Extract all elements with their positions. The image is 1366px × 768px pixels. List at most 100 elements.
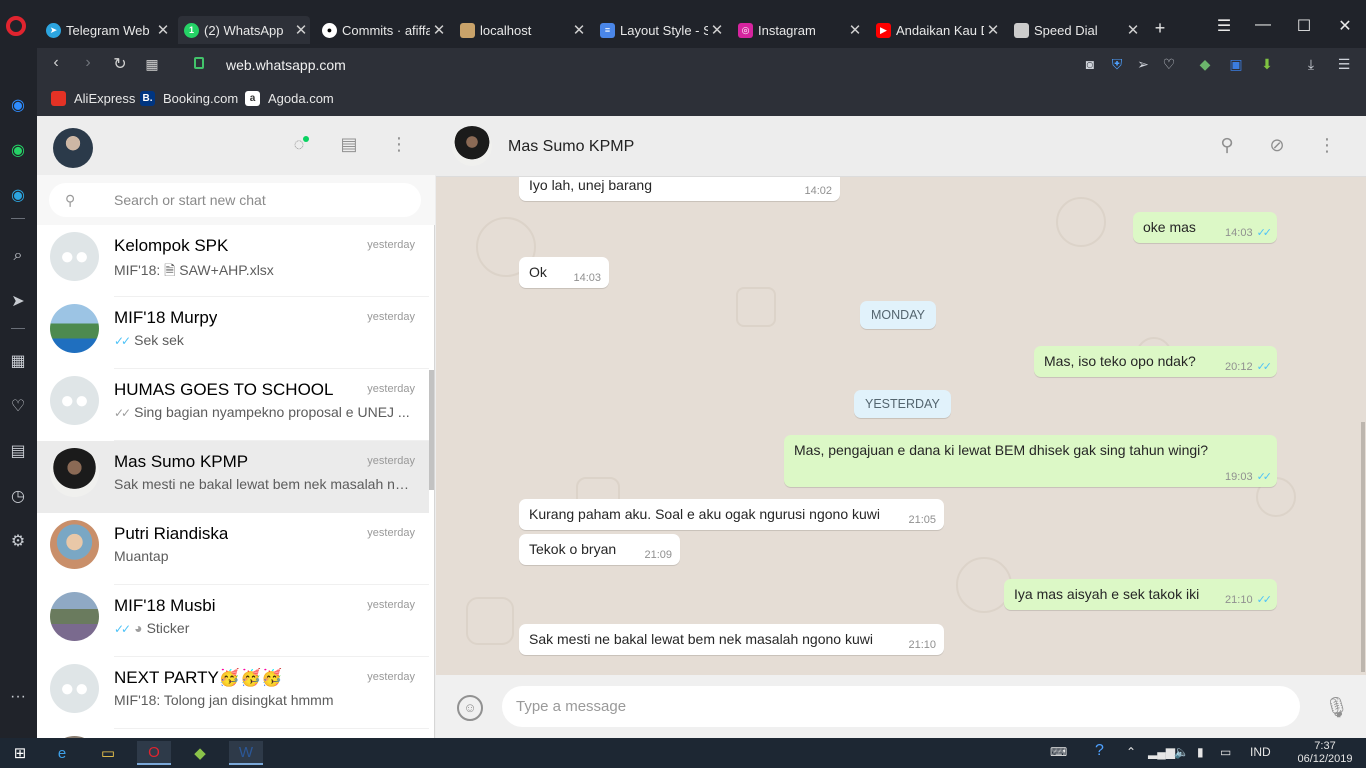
tab-close-icon[interactable]: ✕	[292, 21, 310, 39]
chat-item-kelompok-spk[interactable]: ●● Kelompok SPK yesterday MIF'18: 🗎 SAW+…	[37, 225, 429, 297]
android-studio-icon[interactable]: ◆	[183, 741, 217, 765]
power-icon[interactable]: ▮	[1197, 745, 1204, 759]
avatar[interactable]	[53, 128, 93, 168]
tab-layout-style[interactable]: ≡ Layout Style - Sp ✕	[594, 16, 726, 44]
tab-whatsapp[interactable]: 1 (2) WhatsApp ✕	[178, 16, 310, 44]
bookmarks-heart-icon[interactable]: ♡	[7, 395, 29, 417]
window-close-icon[interactable]: ✕	[1333, 16, 1357, 36]
settings-gear-icon[interactable]: ⚙	[7, 530, 29, 552]
chat-item-mas-sumo-kpmp[interactable]: Mas Sumo KPMP yesterday Sak mesti ne bak…	[37, 441, 429, 513]
read-tick-icon: ✓✓	[1256, 227, 1273, 239]
keyboard-icon[interactable]: ⌨	[1050, 745, 1067, 759]
whatsapp-app: ◌ ▤ ⋮ ⚲ Search or start new chat ●● Kelo…	[37, 116, 1366, 738]
back-icon[interactable]: ‹	[45, 54, 67, 72]
reload-icon[interactable]: ↻	[109, 54, 131, 74]
conversation-menu-icon[interactable]: ⋮	[1315, 135, 1339, 156]
telegram-sidebar-icon[interactable]: ◉	[7, 184, 29, 206]
download-helper-icon[interactable]: ⬇	[1258, 56, 1276, 73]
read-tick-icon: ✓✓	[114, 622, 131, 636]
tab-youtube[interactable]: ▶ Andaikan Kau D ✕	[870, 16, 1002, 44]
message-incoming[interactable]: Kurang paham aku. Soal e aku ogak ngurus…	[519, 499, 944, 530]
downloads-icon[interactable]: ⤓	[1302, 56, 1320, 73]
chat-list-scrollbar[interactable]	[429, 370, 434, 490]
tab-close-icon[interactable]: ✕	[708, 21, 726, 39]
extension-icon[interactable]: ◆	[1196, 56, 1214, 73]
internet-explorer-icon[interactable]: e	[45, 741, 79, 765]
opera-taskbar-icon[interactable]: O	[137, 741, 171, 765]
search-messages-icon[interactable]: ⚲	[1215, 135, 1239, 156]
tab-telegram[interactable]: ➤ Telegram Web ✕	[40, 16, 172, 44]
url-field[interactable]: web.whatsapp.com	[226, 57, 346, 73]
speed-dial-sidebar-icon[interactable]: ▦	[7, 350, 29, 372]
tab-close-icon[interactable]: ✕	[846, 21, 864, 39]
message-scrollbar[interactable]	[1361, 422, 1365, 672]
language-indicator[interactable]: IND	[1250, 745, 1271, 759]
tab-close-icon[interactable]: ✕	[430, 21, 448, 39]
microphone-icon[interactable]: 🎙	[1324, 695, 1349, 720]
message-outgoing[interactable]: Mas, iso teko opo ndak? 20:12 ✓✓	[1034, 346, 1277, 377]
adblock-shield-icon[interactable]: ⛨	[1108, 56, 1126, 73]
forward-icon[interactable]: ›	[77, 54, 99, 72]
history-icon[interactable]: ◷	[7, 485, 29, 507]
chat-item-partial[interactable]	[37, 729, 429, 738]
flow-icon[interactable]: ➤	[7, 290, 29, 312]
tab-speed-dial[interactable]: Speed Dial ✕	[1008, 16, 1142, 44]
tab-github[interactable]: ● Commits · afiffa ✕	[316, 16, 448, 44]
tab-close-icon[interactable]: ✕	[984, 21, 1002, 39]
new-tab-button[interactable]: +	[1148, 18, 1172, 39]
file-explorer-icon[interactable]: ▭	[91, 741, 125, 765]
tabs-overview-icon[interactable]: ▦	[141, 56, 163, 73]
minimize-icon[interactable]: —	[1251, 16, 1275, 34]
send-icon[interactable]: ➢	[1134, 56, 1152, 73]
chat-item-mif18-murpy[interactable]: MIF'18 Murpy yesterday ✓✓ Sek sek	[37, 297, 429, 369]
messenger-icon[interactable]: ◉	[7, 94, 29, 116]
clock[interactable]: 7:37 06/12/2019	[1296, 740, 1354, 766]
message-outgoing[interactable]: oke mas 14:03 ✓✓	[1133, 212, 1277, 243]
translate-icon[interactable]: ▣	[1227, 56, 1245, 73]
tab-menu-icon[interactable]: ☰	[1212, 16, 1236, 36]
contact-name[interactable]: Mas Sumo KPMP	[508, 138, 634, 156]
chat-item-next-party[interactable]: ●● NEXT PARTY🥳🥳🥳 yesterday MIF'18: Tolon…	[37, 657, 429, 729]
chat-item-mif18-musbi[interactable]: MIF'18 Musbi yesterday ✓✓ ◕ Sticker	[37, 585, 429, 657]
menu-icon[interactable]: ⋮	[387, 134, 411, 158]
bookmark-aliexpress[interactable]: AliExpress	[51, 91, 135, 106]
easy-setup-icon[interactable]: ☰	[1335, 56, 1353, 73]
contact-avatar[interactable]	[452, 126, 492, 166]
message-incoming[interactable]: Sak mesti ne bakal lewat bem nek masalah…	[519, 624, 944, 655]
message-incoming[interactable]: Tekok o bryan 21:09	[519, 534, 680, 565]
message-incoming[interactable]: Iyo lah, unej barang 14:02	[519, 177, 840, 201]
chat-item-humas-goes-to-school[interactable]: ●● HUMAS GOES TO SCHOOL yesterday ✓✓ Sing…	[37, 369, 429, 441]
search-sidebar-icon[interactable]: ⌕	[7, 245, 29, 267]
tab-instagram[interactable]: ◎ Instagram ✕	[732, 16, 864, 44]
message-outgoing[interactable]: Iya mas aisyah e sek takok iki 21:10 ✓✓	[1004, 579, 1277, 610]
chat-item-putri-riandiska[interactable]: Putri Riandiska yesterday Muantap	[37, 513, 429, 585]
attach-paperclip-icon[interactable]: ⊘	[1265, 135, 1289, 156]
message-input[interactable]	[502, 686, 1300, 727]
maximize-icon[interactable]: ☐	[1292, 16, 1316, 36]
tray-expand-icon[interactable]: ⌃	[1126, 745, 1136, 759]
volume-icon[interactable]: 🔈	[1174, 745, 1189, 759]
message-outgoing[interactable]: Mas, pengajuan e dana ki lewat BEM dhise…	[784, 435, 1277, 487]
windows-start-icon[interactable]: ⊞	[3, 741, 37, 765]
news-icon[interactable]: ▤	[7, 440, 29, 462]
new-chat-icon[interactable]: ▤	[337, 134, 361, 158]
heart-icon[interactable]: ♡	[1160, 56, 1178, 73]
opera-logo-icon[interactable]	[6, 16, 26, 36]
action-center-icon[interactable]: ▭	[1220, 745, 1231, 759]
search-input[interactable]: ⚲ Search or start new chat	[49, 183, 421, 217]
tab-localhost[interactable]: localhost ✕	[454, 16, 588, 44]
emoji-icon[interactable]: ☺	[457, 695, 483, 721]
tab-close-icon[interactable]: ✕	[154, 21, 172, 39]
more-dots-icon[interactable]: ···	[7, 686, 29, 708]
network-icon[interactable]: ▂▄▆	[1148, 745, 1175, 759]
whatsapp-sidebar-icon[interactable]: ◉	[7, 139, 29, 161]
word-icon[interactable]: W	[229, 741, 263, 765]
help-icon[interactable]: ?	[1095, 742, 1104, 760]
bookmark-agoda[interactable]: a Agoda.com	[245, 91, 334, 106]
tab-close-icon[interactable]: ✕	[570, 21, 588, 39]
tab-close-icon[interactable]: ✕	[1124, 21, 1142, 39]
snapshot-icon[interactable]: ◙	[1081, 56, 1099, 72]
message-incoming[interactable]: Ok 14:03	[519, 257, 609, 288]
avatar	[50, 448, 99, 497]
bookmark-booking[interactable]: B. Booking.com	[140, 91, 238, 106]
